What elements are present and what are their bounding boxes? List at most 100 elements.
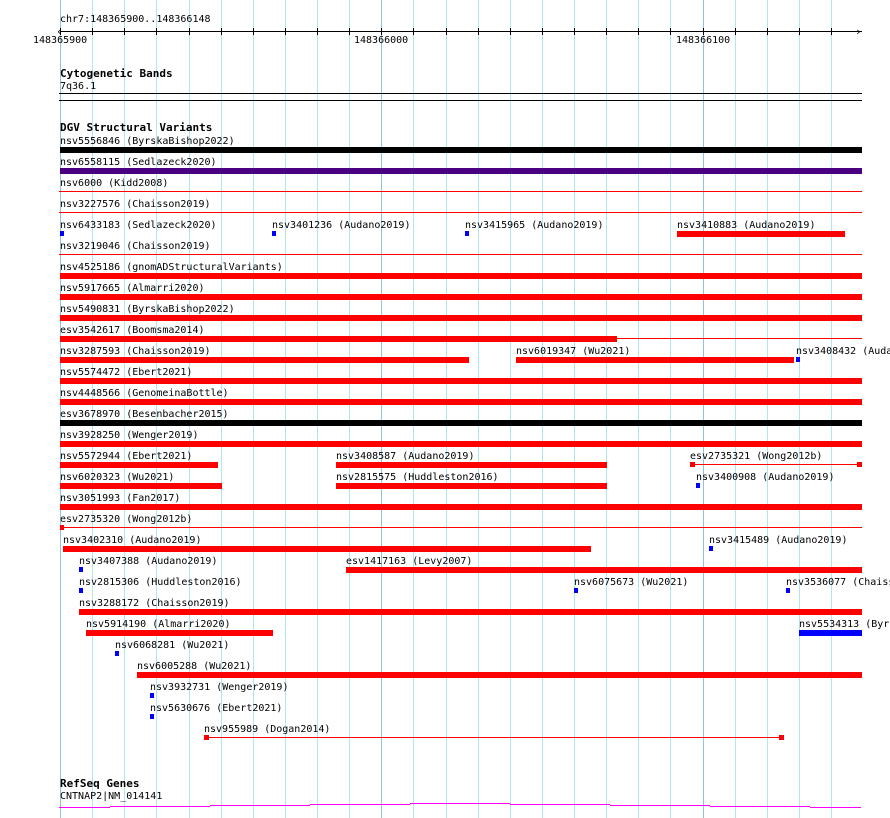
gene-segment[interactable] — [710, 806, 810, 807]
ruler-tick-label: 148365900 — [33, 35, 88, 46]
variant-label: nsv3928250 (Wenger2019) — [60, 430, 199, 441]
variant-label: nsv3219046 (Chaisson2019) — [60, 241, 211, 252]
variant-bar[interactable] — [346, 567, 862, 573]
cytoband-line — [59, 93, 862, 94]
variant-bar[interactable] — [60, 441, 862, 447]
variant-label: nsv3408432 (Auda — [796, 346, 890, 357]
gene-segment[interactable] — [810, 807, 861, 808]
gene-label[interactable]: CNTNAP2|NM_014141 — [60, 791, 162, 802]
variant-bar[interactable] — [336, 483, 607, 489]
variant-line[interactable] — [690, 464, 862, 465]
variant-label: nsv6019347 (Wu2021) — [516, 346, 631, 357]
grid-line — [510, 0, 511, 818]
variant-bar[interactable] — [60, 315, 862, 321]
variant-bar[interactable] — [574, 588, 578, 593]
variant-bar[interactable] — [677, 231, 845, 237]
ruler-tick — [510, 28, 511, 35]
variant-bar[interactable] — [137, 672, 862, 678]
variant-line[interactable] — [59, 191, 862, 192]
variant-label: nsv3932731 (Wenger2019) — [150, 682, 289, 693]
ruler-tick — [735, 28, 736, 35]
gene-segment[interactable] — [110, 806, 210, 807]
variant-label: nsv2815306 (Huddleston2016) — [79, 577, 242, 588]
variant-bar[interactable] — [60, 294, 862, 300]
ruler-tick — [767, 28, 768, 35]
cytoband-line — [59, 100, 862, 101]
variant-bar[interactable] — [60, 357, 469, 363]
variant-bar[interactable] — [60, 420, 862, 426]
grid-line — [349, 0, 350, 818]
variant-bar[interactable] — [60, 147, 862, 153]
ruler-tick — [381, 28, 382, 35]
variant-end-box[interactable] — [690, 462, 695, 467]
ruler-tick — [60, 28, 61, 35]
grid-line — [799, 0, 800, 818]
variant-line[interactable] — [59, 254, 862, 255]
variant-bar[interactable] — [786, 588, 790, 593]
variant-end-box[interactable] — [857, 462, 862, 467]
ruler-tick — [542, 28, 543, 35]
variant-bar[interactable] — [79, 609, 862, 615]
variant-bar[interactable] — [516, 357, 794, 363]
variant-bar[interactable] — [60, 399, 862, 405]
variant-bar[interactable] — [796, 357, 800, 362]
variant-label: esv2735321 (Wong2012b) — [690, 451, 823, 462]
gene-segment[interactable] — [210, 805, 310, 806]
variant-end-box[interactable] — [779, 735, 784, 740]
grid-line — [606, 0, 607, 818]
ruler-tick — [799, 28, 800, 35]
variant-line[interactable] — [60, 338, 862, 339]
variant-bar[interactable] — [60, 378, 862, 384]
variant-end-box[interactable] — [204, 735, 209, 740]
gene-segment[interactable] — [410, 803, 510, 804]
variant-line[interactable] — [59, 212, 862, 213]
variant-bar[interactable] — [272, 231, 276, 236]
variant-label: nsv3402310 (Audano2019) — [63, 535, 202, 546]
variant-bar[interactable] — [150, 693, 154, 698]
variant-bar[interactable] — [60, 504, 862, 510]
variant-bar[interactable] — [709, 546, 713, 551]
variant-line[interactable] — [204, 737, 784, 738]
grid-line — [574, 0, 575, 818]
variant-label: nsv3051993 (Fan2017) — [60, 493, 181, 504]
variant-label: nsv6068281 (Wu2021) — [115, 640, 230, 651]
variant-label: nsv6558115 (Sedlazeck2020) — [60, 157, 217, 168]
cytoband-label[interactable]: 7q36.1 — [60, 81, 96, 92]
variant-bar[interactable] — [79, 588, 83, 593]
ruler-tick — [253, 28, 254, 35]
variant-bar[interactable] — [465, 231, 469, 236]
variant-bar[interactable] — [60, 273, 862, 279]
gene-segment[interactable] — [59, 807, 110, 808]
ruler-tick — [156, 28, 157, 35]
track-title: RefSeq Genes — [60, 777, 140, 790]
variant-bar[interactable] — [60, 462, 218, 468]
variant-bar[interactable] — [86, 630, 273, 636]
variant-bar[interactable] — [799, 630, 862, 636]
variant-label: nsv6020323 (Wu2021) — [60, 472, 175, 483]
variant-label: nsv2815575 (Huddleston2016) — [336, 472, 499, 483]
gene-segment[interactable] — [310, 804, 410, 805]
variant-label: esv3678970 (Besenbacher2015) — [60, 409, 229, 420]
grid-line — [381, 0, 382, 818]
variant-label: nsv4448566 (GenomeinaBottle) — [60, 388, 229, 399]
variant-label: nsv3415965 (Audano2019) — [465, 220, 604, 231]
variant-bar[interactable] — [60, 336, 617, 342]
grid-line — [767, 0, 768, 818]
gene-segment[interactable] — [510, 804, 610, 805]
grid-line — [638, 0, 639, 818]
variant-bar[interactable] — [60, 168, 862, 174]
ruler-tick — [317, 28, 318, 35]
variant-bar[interactable] — [60, 231, 64, 236]
variant-bar[interactable] — [336, 462, 607, 468]
gene-segment[interactable] — [610, 805, 710, 806]
variant-bar[interactable] — [79, 567, 83, 572]
grid-line — [831, 0, 832, 818]
ruler-right-arrow-icon[interactable]: › — [855, 26, 862, 37]
variant-bar[interactable] — [115, 651, 119, 656]
variant-bar[interactable] — [60, 483, 222, 489]
variant-bar[interactable] — [63, 546, 591, 552]
track-title: DGV Structural Variants — [60, 121, 213, 134]
variant-bar[interactable] — [150, 714, 154, 719]
variant-bar[interactable] — [696, 483, 700, 488]
variant-line[interactable] — [60, 527, 862, 528]
